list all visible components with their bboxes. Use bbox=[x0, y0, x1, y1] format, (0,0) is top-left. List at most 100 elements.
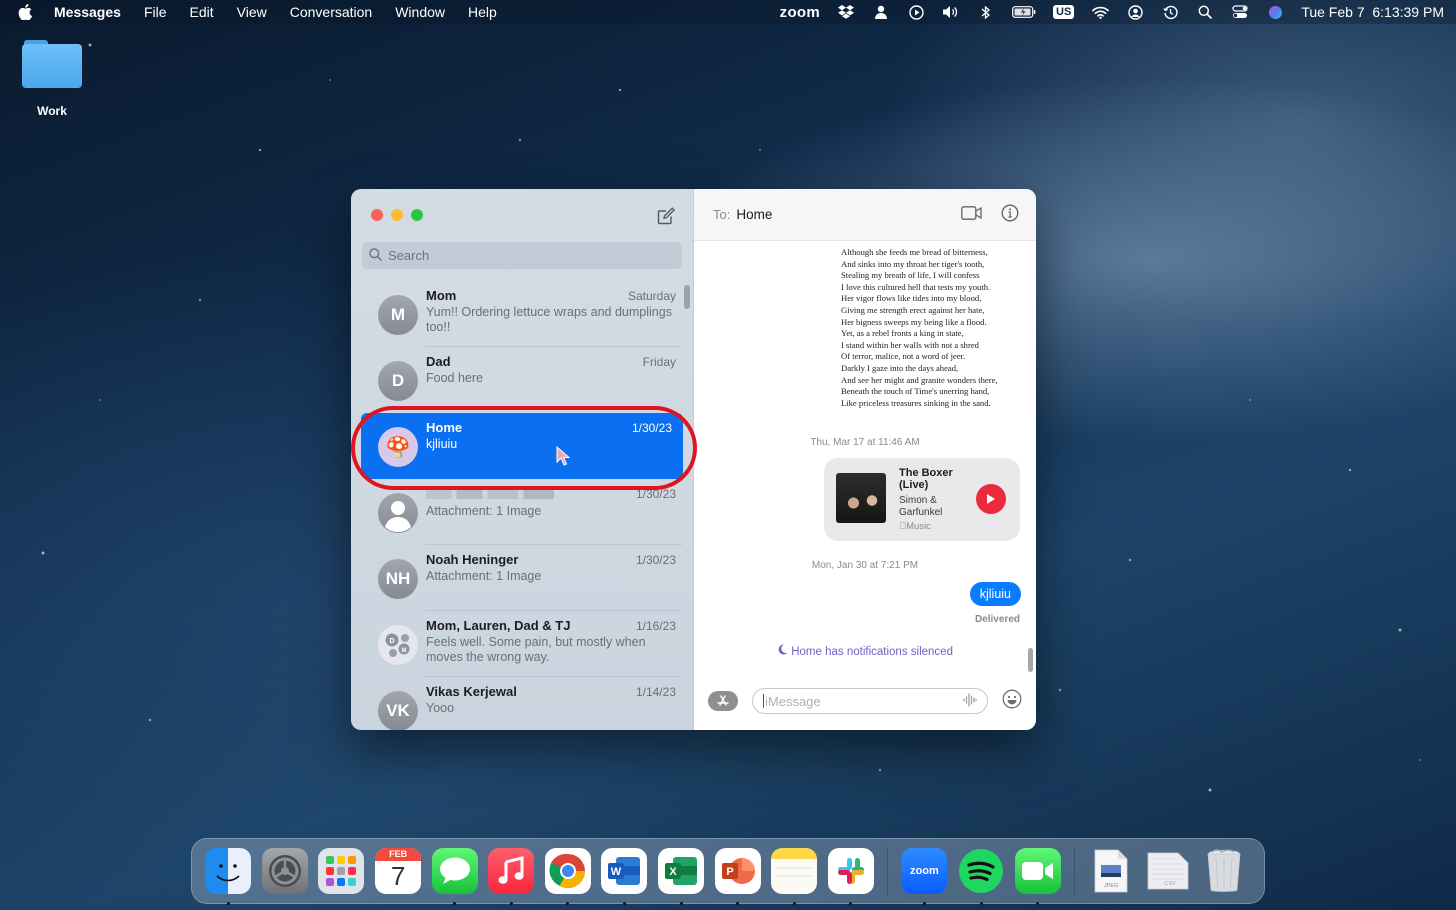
search-field[interactable]: Search bbox=[362, 242, 682, 269]
dock-jpeg-file[interactable]: JPEG bbox=[1088, 848, 1134, 894]
dock-system-preferences[interactable] bbox=[261, 848, 308, 894]
facetime-video-icon[interactable] bbox=[961, 206, 983, 223]
finder-icon bbox=[216, 864, 240, 882]
info-icon[interactable] bbox=[1001, 204, 1019, 225]
csv-file-icon: CSV bbox=[1147, 852, 1189, 890]
music-note-icon bbox=[498, 856, 524, 884]
close-window-button[interactable] bbox=[371, 209, 383, 221]
avatar: VK bbox=[378, 691, 418, 730]
chrome-icon bbox=[549, 853, 585, 888]
poem-image-message[interactable]: Although she feeds me bread of bitternes… bbox=[841, 247, 998, 409]
audio-waveform-icon[interactable] bbox=[963, 692, 977, 710]
text-caret bbox=[763, 694, 764, 708]
conversation-item-selected[interactable]: 🍄 Home 1/30/23 kjliuiu bbox=[361, 413, 683, 479]
conversation-preview: Yooo bbox=[426, 701, 455, 715]
messages-window: Search M Mom Saturday Yum!! Ordering let… bbox=[351, 189, 1036, 730]
conversation-preview: kjliuiu bbox=[426, 437, 458, 451]
avatar-mushroom-icon: 🍄 bbox=[378, 427, 418, 467]
svg-text:JPEG: JPEG bbox=[1104, 883, 1118, 889]
dock-finder[interactable] bbox=[205, 848, 252, 905]
dock-calendar[interactable]: FEB 7 bbox=[375, 848, 422, 894]
word-icon: W bbox=[608, 857, 641, 885]
conversation-item[interactable]: VK Vikas Kerjewal 1/14/23 Yooo bbox=[351, 677, 693, 730]
menu-help[interactable]: Help bbox=[468, 4, 497, 20]
dock-chrome[interactable] bbox=[544, 848, 591, 905]
dock-facetime[interactable] bbox=[1014, 848, 1061, 905]
recipient-name[interactable]: Home bbox=[736, 207, 772, 222]
dock-divider bbox=[887, 847, 889, 895]
svg-text:P: P bbox=[726, 866, 733, 878]
dropbox-icon[interactable] bbox=[837, 4, 855, 20]
menu-app-name[interactable]: Messages bbox=[54, 4, 121, 20]
siri-icon[interactable] bbox=[1266, 4, 1284, 20]
dock-spotify[interactable] bbox=[958, 848, 1004, 905]
compose-icon[interactable] bbox=[657, 207, 676, 225]
conversation-date: Saturday bbox=[627, 289, 676, 303]
menu-file[interactable]: File bbox=[144, 4, 167, 20]
app-store-button[interactable] bbox=[708, 691, 738, 711]
apple-music-card[interactable]: The Boxer (Live) Simon & Garfunkel Musi… bbox=[824, 458, 1020, 541]
bluetooth-icon[interactable] bbox=[977, 4, 995, 20]
play-circle-icon[interactable] bbox=[907, 4, 925, 20]
clock-datetime[interactable]: Tue Feb 7 6:13:39 PM bbox=[1301, 4, 1444, 20]
outgoing-message-bubble[interactable]: kjliuiu bbox=[969, 582, 1021, 606]
slack-icon bbox=[837, 858, 864, 884]
dock-messages[interactable] bbox=[431, 848, 478, 905]
notifications-silenced-notice: Home has notifications silenced bbox=[694, 644, 1036, 658]
chat-pane: To: Home Although she feeds me bread of … bbox=[693, 189, 1036, 730]
message-input-field[interactable] bbox=[752, 688, 988, 714]
conversation-item[interactable]: D Dad Friday Food here bbox=[351, 347, 693, 413]
poem-line: Like priceless treasures sinking in the … bbox=[841, 397, 991, 408]
conversation-date: 1/16/23 bbox=[635, 619, 676, 633]
conversation-item[interactable]: DM Mom, Lauren, Dad & TJ 1/16/23 Feels w… bbox=[351, 611, 693, 677]
dock-music[interactable] bbox=[488, 848, 535, 905]
calendar-month: FEB bbox=[375, 848, 422, 861]
spotlight-icon[interactable] bbox=[1196, 4, 1214, 20]
dock-slack[interactable] bbox=[827, 848, 874, 905]
conversation-name: Dad bbox=[426, 354, 451, 369]
imessage-input[interactable] bbox=[765, 693, 963, 709]
menu-conversation[interactable]: Conversation bbox=[290, 4, 373, 20]
conversation-sidebar: Search M Mom Saturday Yum!! Ordering let… bbox=[351, 189, 693, 730]
conversation-item[interactable]: NH Noah Heninger 1/30/23 Attachment: 1 I… bbox=[351, 545, 693, 611]
search-placeholder: Search bbox=[388, 248, 430, 263]
conversation-date: 1/30/23 bbox=[635, 487, 676, 501]
dock-csv-file[interactable]: CSV bbox=[1145, 848, 1191, 894]
delivery-status: Delivered bbox=[974, 614, 1020, 625]
music-source: Music bbox=[899, 521, 931, 532]
user-icon[interactable] bbox=[872, 4, 890, 20]
message-timestamp: Thu, Mar 17 at 11:46 AM bbox=[810, 437, 920, 448]
time-machine-icon[interactable] bbox=[1161, 4, 1179, 20]
launchpad-grid-icon bbox=[326, 856, 357, 886]
desktop-folder-work[interactable]: Work bbox=[20, 38, 84, 118]
user-circle-icon[interactable] bbox=[1126, 4, 1144, 20]
volume-icon[interactable] bbox=[942, 4, 960, 20]
zoom-icon[interactable]: zoom bbox=[780, 4, 820, 21]
dock-trash[interactable] bbox=[1201, 848, 1247, 894]
poem-line: And sinks into my throat her tiger's too… bbox=[841, 258, 985, 269]
conversation-item[interactable]: 1/30/23 Attachment: 1 Image bbox=[351, 479, 693, 545]
zoom-window-button[interactable] bbox=[411, 209, 423, 221]
dock-excel[interactable]: X bbox=[658, 848, 705, 905]
dock-zoom[interactable]: zoom bbox=[901, 848, 948, 905]
dock-notes[interactable] bbox=[771, 848, 818, 905]
conversation-date: 1/30/23 bbox=[635, 553, 676, 567]
control-center-icon[interactable] bbox=[1231, 4, 1249, 20]
dock-launchpad[interactable] bbox=[318, 848, 365, 894]
svg-text:CSV: CSV bbox=[1164, 881, 1176, 887]
input-source-icon[interactable]: US bbox=[1053, 5, 1075, 19]
conversation-item[interactable]: M Mom Saturday Yum!! Ordering lettuce wr… bbox=[351, 281, 693, 347]
play-button[interactable] bbox=[976, 484, 1006, 514]
conversation-date: Friday bbox=[642, 355, 676, 369]
minimize-window-button[interactable] bbox=[391, 209, 403, 221]
dock-powerpoint[interactable]: P bbox=[714, 848, 761, 905]
menu-edit[interactable]: Edit bbox=[190, 4, 214, 20]
wifi-icon[interactable] bbox=[1091, 4, 1109, 20]
dock-word[interactable]: W bbox=[601, 848, 648, 905]
apple-menu-icon[interactable] bbox=[18, 4, 34, 20]
emoji-icon[interactable] bbox=[1002, 689, 1022, 714]
menu-view[interactable]: View bbox=[237, 4, 267, 20]
chat-scrollbar[interactable] bbox=[1028, 648, 1033, 672]
battery-charging-icon[interactable] bbox=[1012, 4, 1036, 20]
menu-window[interactable]: Window bbox=[395, 4, 445, 20]
